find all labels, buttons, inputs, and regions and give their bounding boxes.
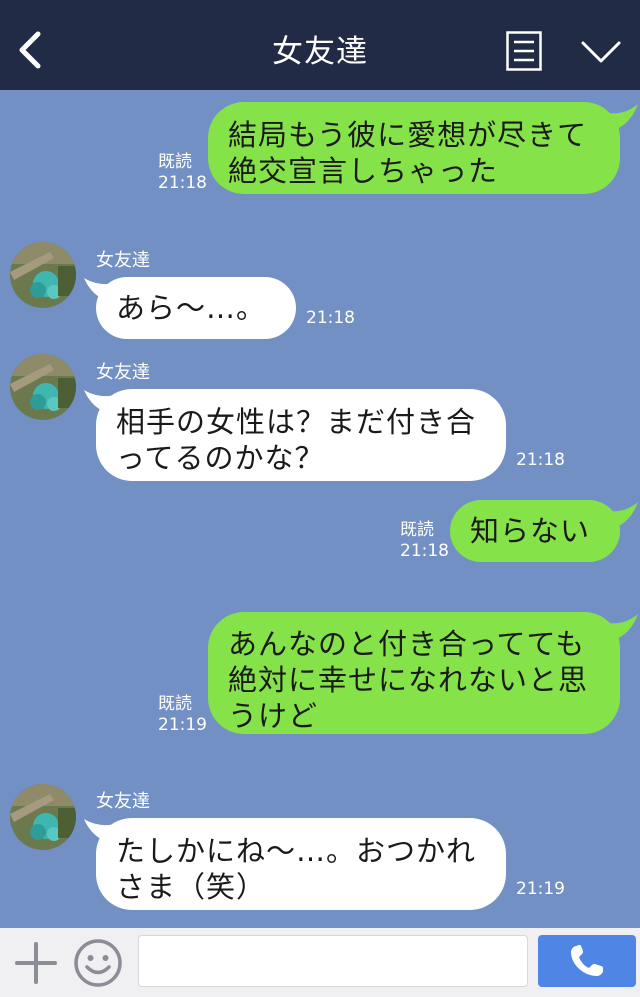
- chevron-down-icon[interactable]: [580, 38, 622, 66]
- message-time: 21:19: [158, 715, 207, 735]
- avatar[interactable]: [10, 354, 76, 420]
- sender-name: 女友達: [96, 791, 150, 812]
- message-time: 21:18: [400, 541, 449, 561]
- sender-name: 女友達: [96, 250, 150, 271]
- message-time: 21:18: [516, 450, 565, 470]
- message-line: あら〜…。: [116, 291, 267, 325]
- message-bubble-incoming[interactable]: たしかにね〜…。おつかれ さま（笑）: [96, 818, 506, 910]
- message-bubble-incoming[interactable]: あら〜…。: [96, 277, 296, 339]
- avatar[interactable]: [10, 784, 76, 850]
- message-bubble-outgoing[interactable]: あんなのと付き合ってても 絶対に幸せになれないと思 うけど: [208, 612, 620, 734]
- read-receipt: 既読: [158, 152, 192, 172]
- list-icon[interactable]: [506, 31, 542, 71]
- message-line: 結局もう彼に愛想が尽きて: [228, 118, 588, 152]
- read-receipt: 既読: [158, 694, 192, 714]
- message-time: 21:19: [516, 879, 565, 899]
- call-button[interactable]: [538, 935, 636, 987]
- avatar-image: [10, 242, 76, 308]
- message-input[interactable]: [138, 935, 528, 987]
- avatar-image: [10, 784, 76, 850]
- chat-title: 女友達: [272, 34, 368, 70]
- message-line: さま（笑）: [116, 870, 267, 904]
- read-receipt: 既読: [400, 520, 434, 540]
- phone-icon: [571, 945, 603, 976]
- message-line: 相手の女性は？まだ付き合: [116, 405, 477, 439]
- smiley-icon[interactable]: [73, 938, 123, 988]
- message-time: 21:18: [158, 173, 207, 193]
- message-bubble-incoming[interactable]: 相手の女性は？まだ付き合 ってるのかな？: [96, 389, 506, 481]
- chevron-left-icon[interactable]: [14, 30, 46, 70]
- avatar[interactable]: [10, 242, 76, 308]
- message-line: たしかにね〜…。おつかれ: [116, 834, 477, 868]
- chat-header: 女友達: [0, 0, 640, 90]
- message-time: 21:18: [306, 308, 355, 328]
- message-bubble-outgoing[interactable]: 結局もう彼に愛想が尽きて 絶交宣言しちゃった: [208, 102, 620, 194]
- avatar-image: [10, 354, 76, 420]
- message-line: うけど: [228, 699, 319, 733]
- sender-name: 女友達: [96, 362, 150, 383]
- plus-icon[interactable]: [14, 941, 58, 985]
- message-line: 知らない: [470, 514, 591, 548]
- message-line: ってるのかな？: [116, 441, 325, 475]
- message-line: あんなのと付き合ってても: [228, 627, 586, 661]
- message-bubble-outgoing[interactable]: 知らない: [450, 500, 620, 562]
- message-line: 絶交宣言しちゃった: [228, 154, 499, 188]
- chat-area[interactable]: 既読 21:18 結局もう彼に愛想が尽きて 絶交宣言しちゃった 女友達 あら〜……: [0, 90, 640, 928]
- message-input-bar: [0, 928, 640, 997]
- message-line: 絶対に幸せになれないと思: [228, 663, 589, 697]
